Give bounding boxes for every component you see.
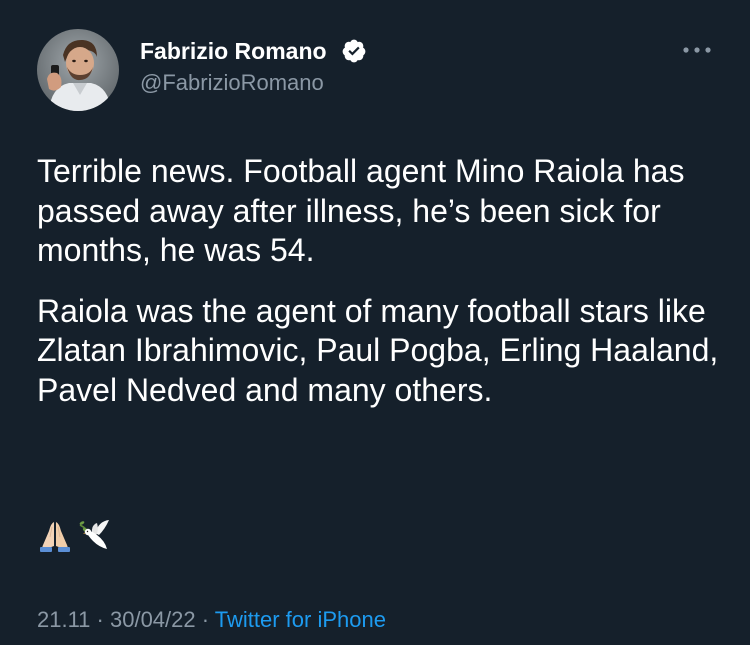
more-horizontal-icon[interactable]: [680, 40, 714, 60]
meta-separator: ·: [90, 607, 110, 632]
tweet-time[interactable]: 21.11: [37, 607, 90, 632]
meta-separator: ·: [195, 607, 215, 632]
tweet-meta: 21.11 · 30/04/22 · Twitter for iPhone: [37, 605, 386, 635]
tweet-paragraph: Terrible news. Football agent Mino Raiol…: [37, 153, 685, 268]
dove-emoji-icon: [79, 520, 109, 549]
display-name[interactable]: Fabrizio Romano: [140, 37, 327, 65]
tweet-source-link[interactable]: Twitter for iPhone: [215, 607, 386, 632]
tweet-date[interactable]: 30/04/22: [110, 607, 196, 632]
verified-badge-icon: [342, 39, 366, 63]
folded-hands-emoji-icon: [40, 522, 70, 552]
avatar[interactable]: [37, 29, 119, 111]
tweet-paragraph: Raiola was the agent of many football st…: [37, 292, 719, 408]
user-handle[interactable]: @FabrizioRomano: [140, 69, 324, 97]
profile-photo-icon: [37, 29, 119, 111]
emoji-row: [37, 517, 113, 553]
tweet-text: Terrible news. Football agent Mino Raiol…: [37, 152, 727, 410]
tweet-card: Fabrizio Romano @FabrizioRomano Terrible…: [0, 0, 750, 645]
